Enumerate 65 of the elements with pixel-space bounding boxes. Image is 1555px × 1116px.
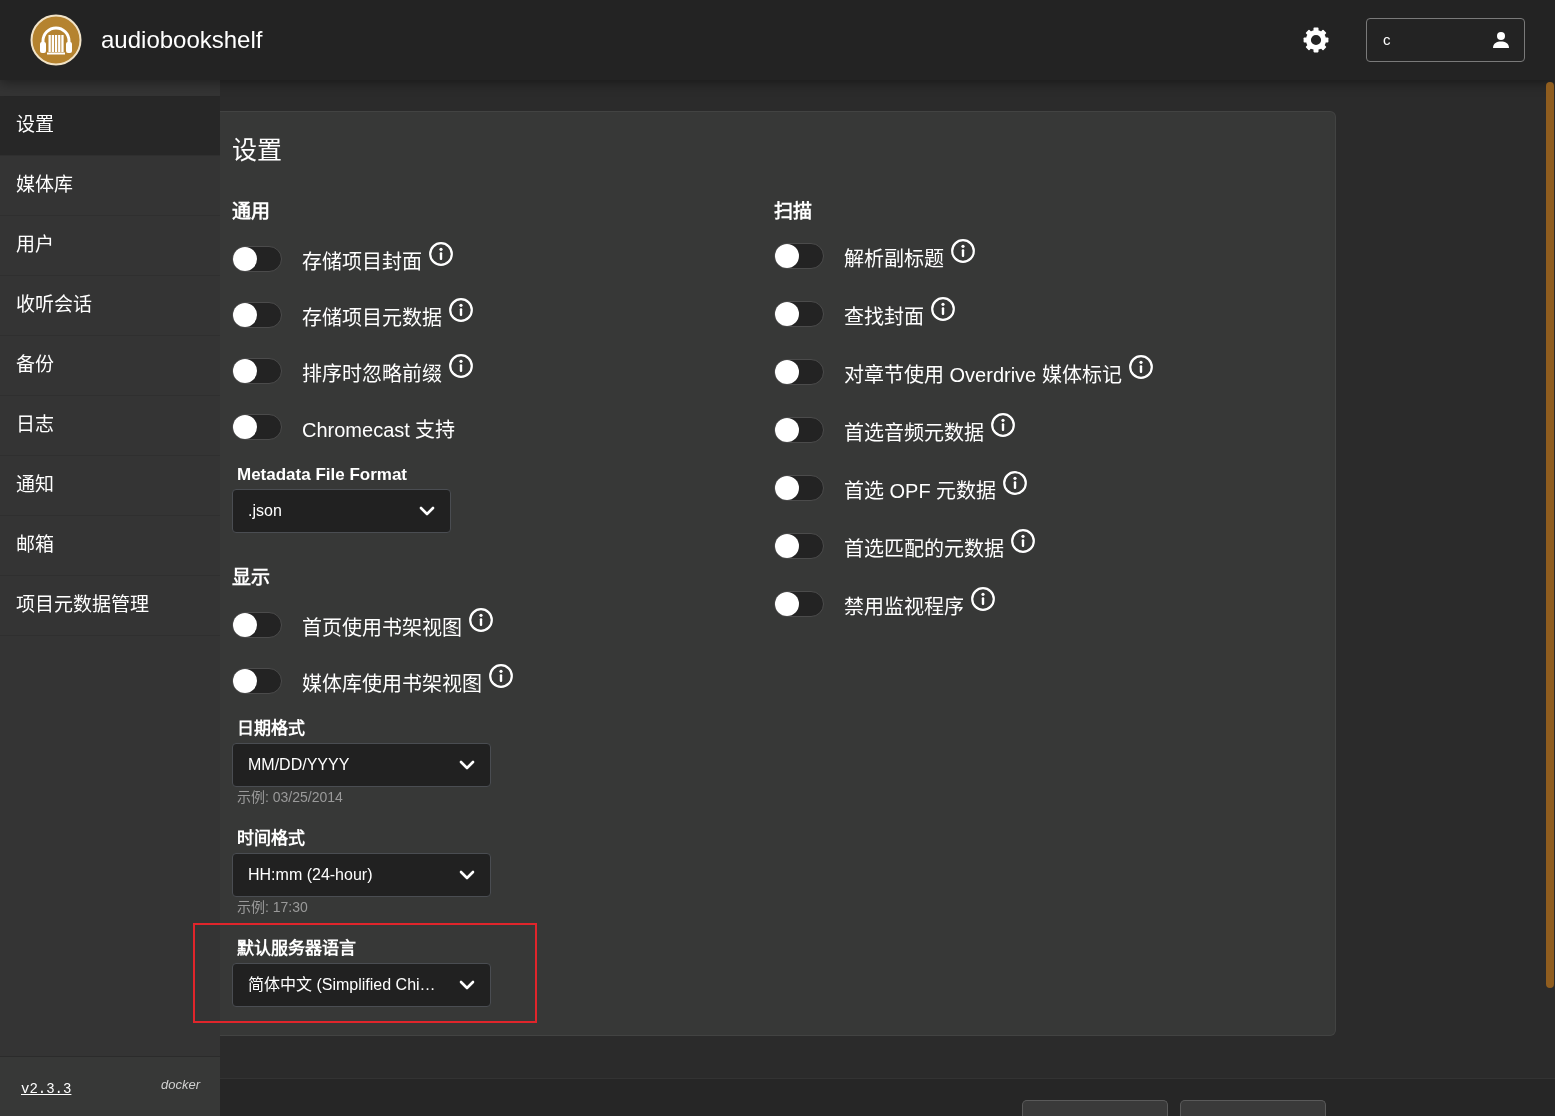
chevron-down-icon [419,506,435,516]
user-menu-button[interactable]: c [1366,18,1525,62]
field-label: 时间格式 [237,828,305,850]
version-link[interactable]: v2.3.3 [21,1079,72,1100]
info-icon[interactable] [449,354,473,378]
chevron-down-icon [459,870,475,880]
field-label: 默认服务器语言 [237,938,356,960]
toggle-switch[interactable] [774,243,824,269]
setting-label: 解析副标题 [844,246,944,272]
toggle-switch[interactable] [232,612,282,638]
section-heading: 显示 [232,566,270,590]
setting-label: 禁用监视程序 [844,594,964,620]
app-title: audiobookshelf [101,25,263,55]
sidebar-item[interactable]: 设置 [0,96,220,156]
field-label: Metadata File Format [237,464,408,486]
setting-label: 查找封面 [844,304,924,330]
toggle-switch[interactable] [774,475,824,501]
install-type-label: docker [160,1075,200,1094]
setting-label: Chromecast 支持 [302,417,456,443]
toggle-switch[interactable] [774,533,824,559]
toggle-switch[interactable] [774,359,824,385]
headphones-books-logo [30,14,82,66]
setting-label: 首页使用书架视图 [302,615,462,641]
setting-label: 首选匹配的元数据 [844,536,1004,562]
setting-label: 对章节使用 Overdrive 媒体标记 [844,362,1122,388]
field-label: 日期格式 [237,718,305,740]
dropdown[interactable]: MM/DD/YYYY [232,743,491,787]
toggle-switch[interactable] [232,668,282,694]
toggle-switch[interactable] [232,302,282,328]
info-icon[interactable] [951,239,975,263]
toggle-switch[interactable] [774,301,824,327]
panel-title: 设置 [232,135,282,166]
section-heading: 扫描 [774,200,812,224]
section-heading: 通用 [232,200,270,224]
setting-label: 排序时忽略前缀 [302,361,442,387]
info-icon[interactable] [991,413,1015,437]
toggle-switch[interactable] [232,414,282,440]
toggle-switch[interactable] [774,417,824,443]
setting-label: 首选 OPF 元数据 [844,478,997,504]
info-icon[interactable] [469,608,493,632]
chevron-down-icon [459,980,475,990]
info-icon[interactable] [971,587,995,611]
hint-text: 示例: 17:30 [237,898,308,917]
setting-label: 媒体库使用书架视图 [302,671,482,697]
setting-label: 存储项目封面 [302,249,422,275]
person-icon [1492,31,1510,49]
settings-icon[interactable] [1303,27,1329,53]
dropdown[interactable]: 简体中文 (Simplified Chi… [232,963,491,1007]
info-icon[interactable] [931,297,955,321]
toggle-switch[interactable] [232,358,282,384]
toggle-switch[interactable] [232,246,282,272]
info-icon[interactable] [429,242,453,266]
chevron-down-icon [459,760,475,770]
hint-text: 示例: 03/25/2014 [237,788,343,807]
info-icon[interactable] [489,664,513,688]
info-icon[interactable] [1003,471,1028,495]
setting-label: 首选音频元数据 [844,420,984,446]
dropdown[interactable]: HH:mm (24-hour) [232,853,491,897]
setting-label: 存储项目元数据 [302,305,442,331]
dropdown[interactable]: .json [232,489,451,533]
info-icon[interactable] [449,298,473,322]
info-icon[interactable] [1128,355,1153,379]
scrollbar-thumb[interactable] [1546,82,1554,988]
toggle-switch[interactable] [774,591,824,617]
info-icon[interactable] [1011,529,1035,553]
